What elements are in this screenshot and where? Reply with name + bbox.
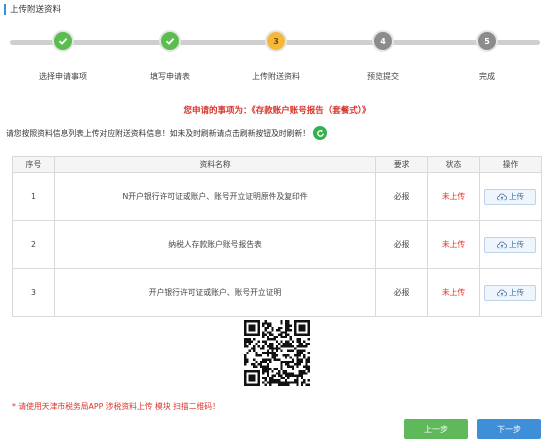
row-status: 未上传 <box>427 220 480 269</box>
upload-notice-text: 请您按照资料信息列表上传对应附送资料信息！如未及时刷新请点击刷新按钮及时刷新！ <box>6 128 311 138</box>
attachment-table: 序号 资料名称 要求 状态 操作 1 N开户银行许可证或账户、账号开立证明原件及… <box>12 156 543 317</box>
title-accent-bar <box>4 3 6 15</box>
row-requirement: 必报 <box>375 268 429 317</box>
scan-tip: * 请使用天津市税务局APP 涉税资料上传 模块 扫描二维码！ <box>12 402 220 411</box>
cloud-upload-icon <box>497 193 507 200</box>
table-row: 1 N开户银行许可证或账户、账号开立证明原件及复印件 必报 未上传 上传 <box>12 172 543 221</box>
step-4-label: 预览提交 <box>367 72 399 81</box>
prev-step-button[interactable]: 上一步 <box>404 419 468 439</box>
upload-notice: 请您按照资料信息列表上传对应附送资料信息！如未及时刷新请点击刷新按钮及时刷新！ <box>6 125 328 141</box>
step-1-label: 选择申请事项 <box>39 72 87 81</box>
cloud-upload-icon <box>497 289 507 296</box>
step-4: 4 预览提交 <box>333 30 433 82</box>
row-action: 上传 <box>478 220 543 269</box>
header-name: 资料名称 <box>53 156 377 173</box>
next-step-button[interactable]: 下一步 <box>477 419 541 439</box>
row-requirement: 必报 <box>375 220 429 269</box>
upload-button-label: 上传 <box>508 192 524 201</box>
row-index: 2 <box>12 220 55 269</box>
step-3-label: 上传附送资料 <box>252 72 300 81</box>
header-index: 序号 <box>12 156 55 173</box>
step-3: 3 上传附送资料 <box>226 30 326 82</box>
cloud-upload-icon <box>497 241 507 248</box>
table-header-row: 序号 资料名称 要求 状态 操作 <box>12 156 543 173</box>
qr-code <box>244 320 310 386</box>
step-5: 5 完成 <box>437 30 537 82</box>
row-requirement: 必报 <box>375 172 429 221</box>
header-action: 操作 <box>478 156 543 173</box>
table-row: 2 纳税人存款账户账号报告表 必报 未上传 上传 <box>12 220 543 269</box>
row-name: 开户银行许可证或账户、账号开立证明 <box>53 268 377 317</box>
refresh-icon[interactable] <box>313 126 328 140</box>
upload-button[interactable]: 上传 <box>484 284 537 301</box>
upload-button-label: 上传 <box>508 240 524 249</box>
row-index: 1 <box>12 172 55 221</box>
step-4-number: 4 <box>372 30 394 52</box>
step-2-label: 填写申请表 <box>150 72 190 81</box>
step-5-number: 5 <box>476 30 498 52</box>
row-action: 上传 <box>478 172 543 221</box>
applied-matter: 您申请的事项为：《存款账户账号报告（套餐式）》 <box>183 106 371 116</box>
row-index: 3 <box>12 268 55 317</box>
header-status: 状态 <box>427 156 480 173</box>
step-3-number: 3 <box>265 30 287 52</box>
row-status: 未上传 <box>427 268 480 317</box>
step-5-label: 完成 <box>479 72 495 81</box>
row-name: N开户银行许可证或账户、账号开立证明原件及复印件 <box>53 172 377 221</box>
page-title: 上传附送资料 <box>10 5 62 15</box>
step-2-check-icon <box>159 30 181 52</box>
row-name: 纳税人存款账户账号报告表 <box>53 220 377 269</box>
step-1-check-icon <box>52 30 74 52</box>
section-title: 上传附送资料 <box>4 3 61 15</box>
row-status: 未上传 <box>427 172 480 221</box>
step-2: 填写申请表 <box>120 30 220 82</box>
table-row: 3 开户银行许可证或账户、账号开立证明 必报 未上传 上传 <box>12 268 543 317</box>
upload-button-label: 上传 <box>508 288 524 297</box>
header-requirement: 要求 <box>375 156 429 173</box>
upload-button[interactable]: 上传 <box>484 188 537 205</box>
step-1: 选择申请事项 <box>13 30 113 82</box>
row-action: 上传 <box>478 268 543 317</box>
upload-button[interactable]: 上传 <box>484 236 537 253</box>
step-progress: 选择申请事项 填写申请表 3 上传附送资料 4 预览提交 5 完成 <box>0 28 554 88</box>
